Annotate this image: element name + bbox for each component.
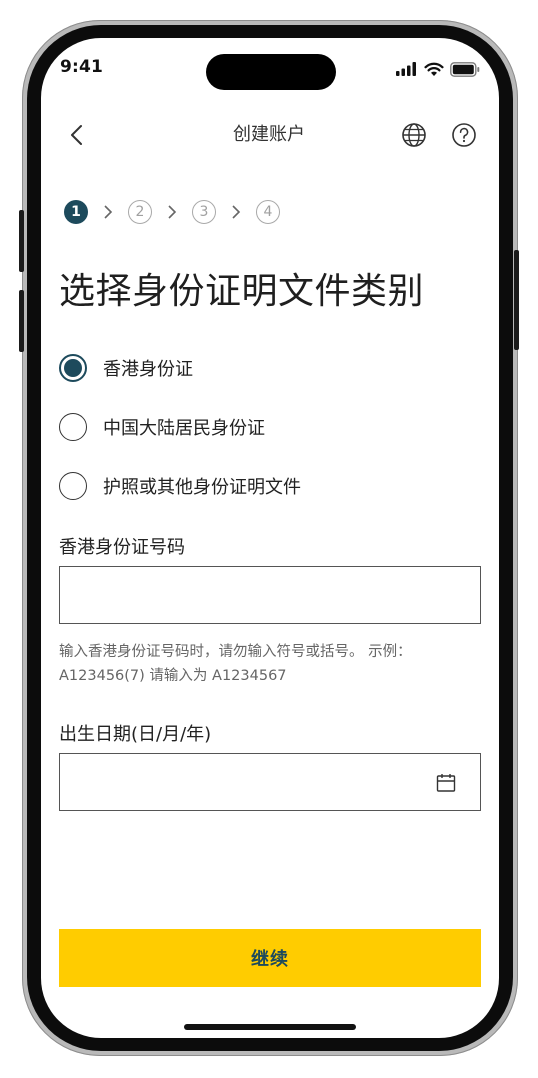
globe-icon (402, 123, 426, 147)
chevron-right-icon (232, 205, 241, 219)
step-separator (152, 203, 192, 221)
id-number-label: 香港身份证号码 (59, 537, 185, 558)
radio-label: 中国大陆居民身份证 (103, 418, 265, 439)
chevron-right-icon (168, 205, 177, 219)
language-button[interactable] (401, 122, 427, 148)
step-3: 3 (192, 200, 216, 224)
status-time: 9:41 (60, 57, 104, 77)
hint-line-1: 输入香港身份证号码时，请勿输入符号或括号。 示例： (59, 644, 412, 660)
wifi-icon (424, 62, 444, 76)
step-2: 2 (128, 200, 152, 224)
radio-option-hk-id[interactable]: 香港身份证 (59, 354, 193, 382)
radio-option-mainland-id[interactable]: 中国大陆居民身份证 (59, 413, 265, 441)
id-number-input[interactable] (60, 567, 480, 623)
step-1: 1 (64, 200, 88, 224)
signal-icon (396, 62, 416, 76)
id-number-field-box (59, 566, 481, 624)
continue-button[interactable]: 继续 (59, 929, 481, 987)
dob-input[interactable] (60, 754, 480, 810)
radio-button[interactable] (59, 413, 87, 441)
chevron-right-icon (104, 205, 113, 219)
dob-label: 出生日期(日/月/年) (59, 724, 212, 745)
radio-label: 香港身份证 (103, 359, 193, 380)
help-button[interactable] (451, 122, 477, 148)
step-separator (216, 203, 256, 221)
side-button-right (514, 250, 519, 350)
radio-button[interactable] (59, 472, 87, 500)
home-indicator (184, 1024, 356, 1030)
hint-line-2: A123456(7) 请输入为 A1234567 (59, 668, 287, 684)
progress-stepper: 1 2 3 4 (64, 198, 280, 226)
status-icons (396, 60, 480, 78)
calendar-icon[interactable] (436, 773, 456, 793)
dynamic-island (206, 54, 336, 90)
radio-label: 护照或其他身份证明文件 (103, 477, 301, 498)
id-number-hint: 输入香港身份证号码时，请勿输入符号或括号。 示例： A123456(7) 请输入… (59, 640, 489, 688)
battery-icon (450, 61, 480, 77)
help-icon (452, 123, 476, 147)
radio-option-passport[interactable]: 护照或其他身份证明文件 (59, 472, 301, 500)
side-button-left-2 (19, 290, 24, 352)
dob-field-box (59, 753, 481, 811)
page-title: 选择身份证明文件类别 (59, 271, 425, 312)
step-separator (88, 203, 128, 221)
side-button-left-1 (19, 210, 24, 272)
radio-button-checked[interactable] (59, 354, 87, 382)
step-4: 4 (256, 200, 280, 224)
